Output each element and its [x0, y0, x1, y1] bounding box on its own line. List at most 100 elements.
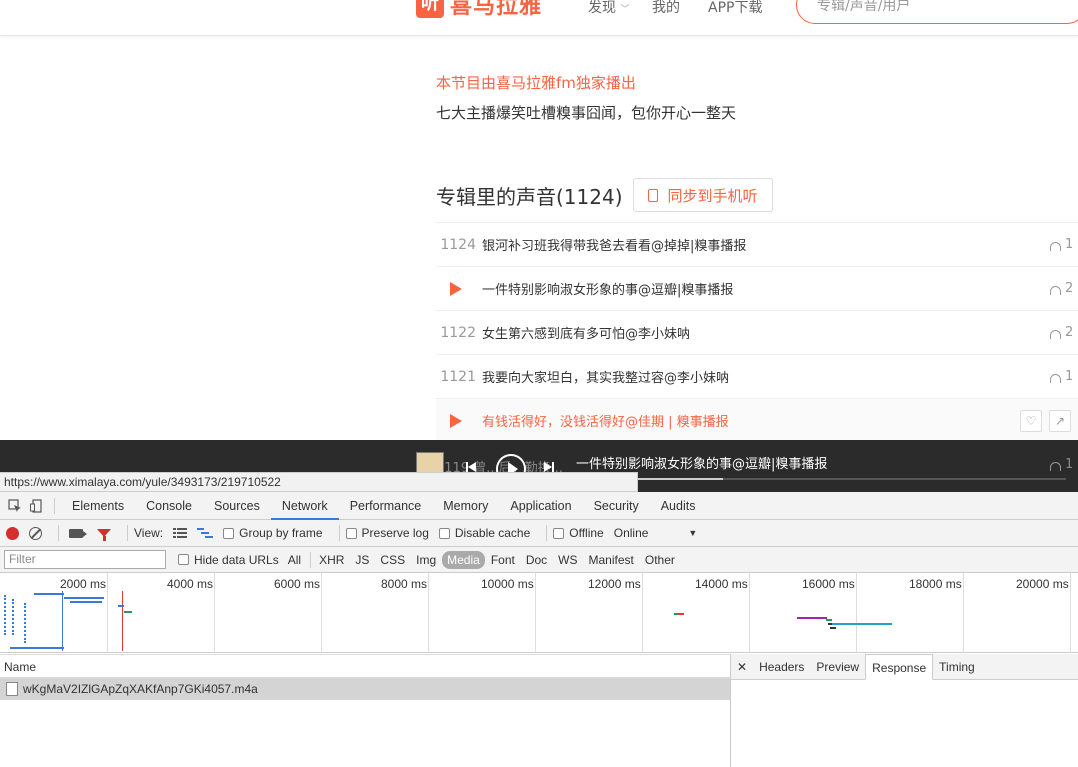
hide-data-urls-checkbox[interactable]: Hide data URLs [178, 553, 279, 567]
tab-memory[interactable]: Memory [432, 492, 499, 520]
tab-headers[interactable]: Headers [753, 654, 810, 680]
close-icon[interactable]: ✕ [735, 654, 753, 680]
network-toolbar: View: Group by frame Preserve log Disabl… [0, 520, 1078, 547]
nav-discover[interactable]: 发现 ﹀ [588, 0, 629, 17]
column-header-name[interactable]: Name [0, 654, 730, 678]
filter-doc[interactable]: Doc [521, 551, 552, 569]
timeline-tick-label: 12000 ms [588, 577, 641, 591]
filter-input[interactable]: Filter [4, 550, 166, 569]
track-title[interactable]: 我要向大家坦白，其实我整过容@李小妹呐 [482, 367, 729, 386]
track-title[interactable]: 有钱活得好，没钱活得好@佳期 | 糗事播报 [482, 411, 729, 430]
tab-timing[interactable]: Timing [933, 654, 981, 680]
sync-button-label: 同步到手机听 [667, 186, 758, 205]
track-title[interactable]: 银河补习班我得带我爸去看看@掉掉|糗事播报 [482, 235, 746, 254]
previous-icon[interactable] [466, 462, 476, 472]
now-playing-title: 一件特别影响淑女形象的事@逗瓣|糗事播报 [576, 457, 828, 472]
request-bar [832, 623, 892, 625]
nav-app-download[interactable]: APP下载 [708, 0, 762, 17]
timeline-tick-label: 16000 ms [802, 577, 855, 591]
sync-to-phone-button[interactable]: 同步到手机听 [632, 178, 773, 212]
network-overview-timeline[interactable]: 2000 ms 4000 ms 6000 ms 8000 ms 10000 ms… [0, 573, 1078, 653]
record-icon[interactable] [6, 526, 19, 540]
filter-font[interactable]: Font [486, 551, 520, 569]
group-by-frame-checkbox[interactable]: Group by frame [223, 526, 323, 540]
disable-cache-checkbox[interactable]: Disable cache [438, 526, 530, 540]
logo-icon: 听 [416, 0, 444, 18]
filter-media[interactable]: Media [442, 550, 485, 569]
tab-security[interactable]: Security [583, 492, 650, 520]
filter-manifest[interactable]: Manifest [584, 551, 639, 569]
device-toolbar-icon[interactable] [26, 495, 48, 517]
screenshot-icon[interactable] [69, 528, 87, 538]
timeline-gridline [214, 573, 215, 653]
offline-checkbox[interactable]: Offline [553, 526, 604, 540]
checkbox [223, 527, 235, 539]
request-bar [826, 619, 832, 621]
timeline-tick-label: 14000 ms [695, 577, 748, 591]
request-row[interactable]: wKgMaV2IZlGApZqXAKfAnp7GKi4057.m4a [0, 678, 730, 700]
checkbox [178, 554, 189, 565]
track-row[interactable]: 1124 银河补习班我得带我爸去看看@掉掉|糗事播报 1 [436, 222, 1078, 266]
filter-other[interactable]: Other [640, 551, 680, 569]
tab-sources[interactable]: Sources [203, 492, 271, 520]
headphones-icon [1050, 374, 1061, 383]
album-tracks-header: 专辑里的声音(1124) 同步到手机听 [436, 178, 773, 212]
large-rows-icon[interactable] [173, 527, 188, 539]
track-row[interactable]: 1122 女生第六感到底有多可怕@李小妹呐 2 [436, 310, 1078, 354]
request-cluster [12, 599, 14, 635]
track-row-hovered[interactable]: 有钱活得好，没钱活得好@佳期 | 糗事播报 ♡ ↗ [436, 398, 1078, 440]
tab-application[interactable]: Application [499, 492, 582, 520]
request-detail-panel: ✕ Headers Preview Response Timing [730, 653, 1078, 767]
like-icon[interactable]: ♡ [1020, 409, 1042, 432]
tab-console[interactable]: Console [135, 492, 203, 520]
album-slogan: 本节目由喜马拉雅fm独家播出 [436, 74, 636, 92]
share-icon[interactable]: ↗ [1049, 409, 1071, 432]
play-icon[interactable] [436, 413, 476, 428]
request-bar [64, 597, 104, 599]
player-progress-bar[interactable] [576, 478, 1066, 480]
request-bar [118, 605, 124, 607]
waterfall-icon[interactable] [197, 527, 214, 539]
file-icon [6, 682, 18, 696]
devtools-panel: Elements Console Sources Network Perform… [0, 492, 1078, 767]
track-row[interactable]: 一件特别影响淑女形象的事@逗瓣|糗事播报 2 [436, 266, 1078, 310]
tab-response[interactable]: Response [865, 653, 934, 680]
filter-img[interactable]: Img [411, 551, 441, 569]
clear-icon[interactable] [29, 526, 42, 540]
load-marker [122, 591, 123, 651]
tab-network[interactable]: Network [270, 492, 339, 520]
throttle-select[interactable]: Online ▼ [614, 526, 698, 540]
tab-audits[interactable]: Audits [650, 492, 707, 520]
site-header: 听 喜马拉雅 发现 ﹀ 我的 APP下载 专辑/声音/用户 [0, 0, 1078, 36]
tab-preview[interactable]: Preview [810, 654, 865, 680]
tab-performance[interactable]: Performance [339, 492, 433, 520]
filter-ws[interactable]: WS [553, 551, 582, 569]
track-row[interactable]: 1121 我要向大家坦白，其实我整过容@李小妹呐 1 [436, 354, 1078, 398]
timeline-gridline [107, 573, 108, 653]
nav-mine[interactable]: 我的 [652, 0, 680, 17]
filter-xhr[interactable]: XHR [314, 551, 349, 569]
filter-icon[interactable] [97, 529, 111, 541]
timeline-gridline [428, 573, 429, 653]
headphones-icon [1050, 242, 1061, 251]
tab-elements[interactable]: Elements [61, 492, 135, 520]
track-plays: 1 [1050, 237, 1073, 252]
filter-js[interactable]: JS [350, 551, 374, 569]
play-icon[interactable] [436, 281, 476, 296]
url-status-tooltip: https://www.ximalaya.com/yule/3493173/21… [0, 472, 638, 492]
timeline-tick-label: 8000 ms [381, 577, 428, 591]
filter-all[interactable]: All [283, 551, 306, 569]
preserve-log-checkbox[interactable]: Preserve log [345, 526, 429, 540]
search-input[interactable]: 专辑/声音/用户 [796, 0, 1078, 24]
track-plays: 1 [1050, 369, 1073, 384]
timeline-tick-label: 4000 ms [167, 577, 214, 591]
site-logo[interactable]: 听 喜马拉雅 [416, 0, 542, 20]
filter-css[interactable]: CSS [375, 551, 410, 569]
inspect-element-icon[interactable] [4, 495, 26, 517]
track-title[interactable]: 女生第六感到底有多可怕@李小妹呐 [482, 323, 690, 342]
divider [54, 497, 55, 514]
timeline-tick-label: 6000 ms [274, 577, 321, 591]
phone-icon [647, 188, 658, 202]
next-icon[interactable] [544, 462, 554, 472]
track-title[interactable]: 一件特别影响淑女形象的事@逗瓣|糗事播报 [482, 279, 733, 298]
